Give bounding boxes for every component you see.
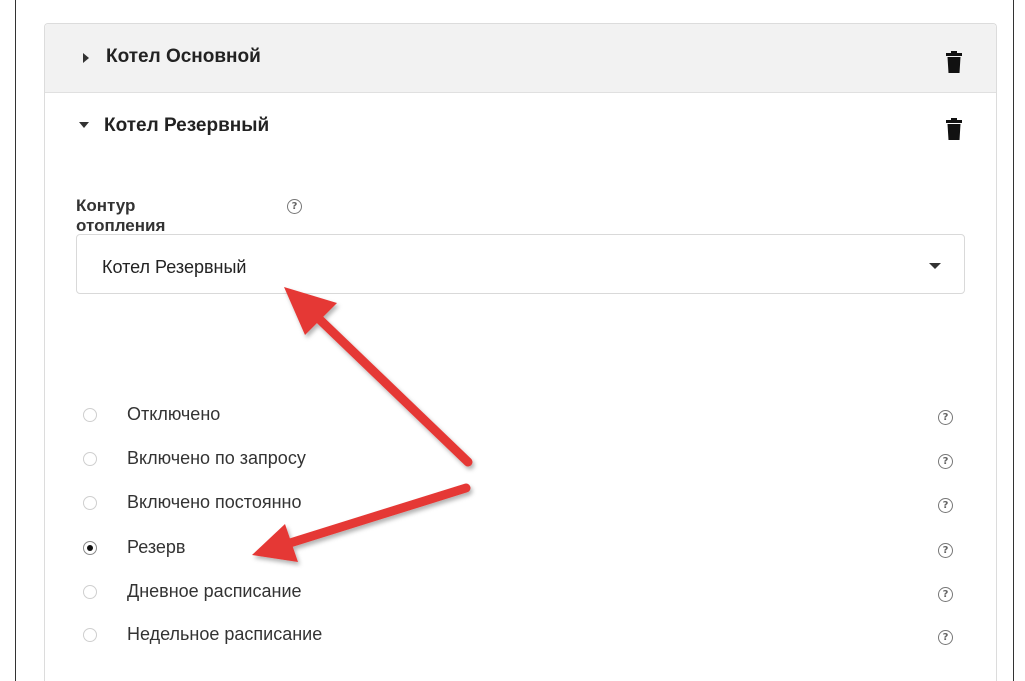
radio-button[interactable]	[83, 585, 97, 599]
accordion-header-kotel-rezervny[interactable]: Котел Резервный	[45, 92, 996, 148]
chevron-down-icon	[929, 263, 941, 269]
radio-button[interactable]	[83, 452, 97, 466]
radio-label: Дневное расписание	[127, 581, 302, 601]
radio-option-po-zaprosu[interactable]: Включено по запросу ?	[83, 446, 953, 476]
radio-option-rezerv[interactable]: Резерв ?	[83, 535, 953, 565]
radio-button[interactable]	[83, 496, 97, 510]
accordion-title: Котел Основной	[106, 46, 261, 67]
radio-label: Резерв	[127, 537, 186, 557]
trash-icon[interactable]	[945, 51, 963, 73]
radio-option-nedelnoe[interactable]: Недельное расписание ?	[83, 622, 953, 652]
question-circle-icon[interactable]: ?	[938, 543, 953, 558]
radio-label: Включено по запросу	[127, 448, 306, 468]
radio-label: Недельное расписание	[127, 624, 323, 644]
settings-panel: Котел Основной Котел Резервный Контур от…	[44, 23, 997, 681]
accordion-header-kotel-osnovnoy[interactable]: Котел Основной	[45, 24, 996, 93]
question-circle-icon[interactable]: ?	[938, 410, 953, 425]
heating-circuit-label: Контур отопления	[76, 196, 166, 235]
caret-right-icon	[83, 53, 89, 63]
question-circle-icon[interactable]: ?	[938, 630, 953, 645]
radio-option-otklyucheno[interactable]: Отключено ?	[83, 402, 953, 432]
radio-label: Отключено	[127, 404, 221, 424]
heating-circuit-select[interactable]: Котел Резервный	[76, 234, 965, 294]
trash-icon[interactable]	[945, 118, 963, 140]
question-circle-icon[interactable]: ?	[938, 454, 953, 469]
select-value: Котел Резервный	[102, 257, 247, 277]
radio-button[interactable]	[83, 628, 97, 642]
question-circle-icon[interactable]: ?	[938, 587, 953, 602]
radio-option-postoyanno[interactable]: Включено постоянно ?	[83, 490, 953, 520]
caret-down-icon	[79, 122, 89, 128]
question-circle-icon[interactable]: ?	[287, 199, 302, 214]
accordion-title: Котел Резервный	[104, 115, 270, 136]
radio-button[interactable]	[83, 408, 97, 422]
radio-button-checked[interactable]	[83, 541, 97, 555]
radio-option-dnevnoe[interactable]: Дневное расписание ?	[83, 579, 953, 609]
question-circle-icon[interactable]: ?	[938, 498, 953, 513]
radio-label: Включено постоянно	[127, 492, 302, 512]
